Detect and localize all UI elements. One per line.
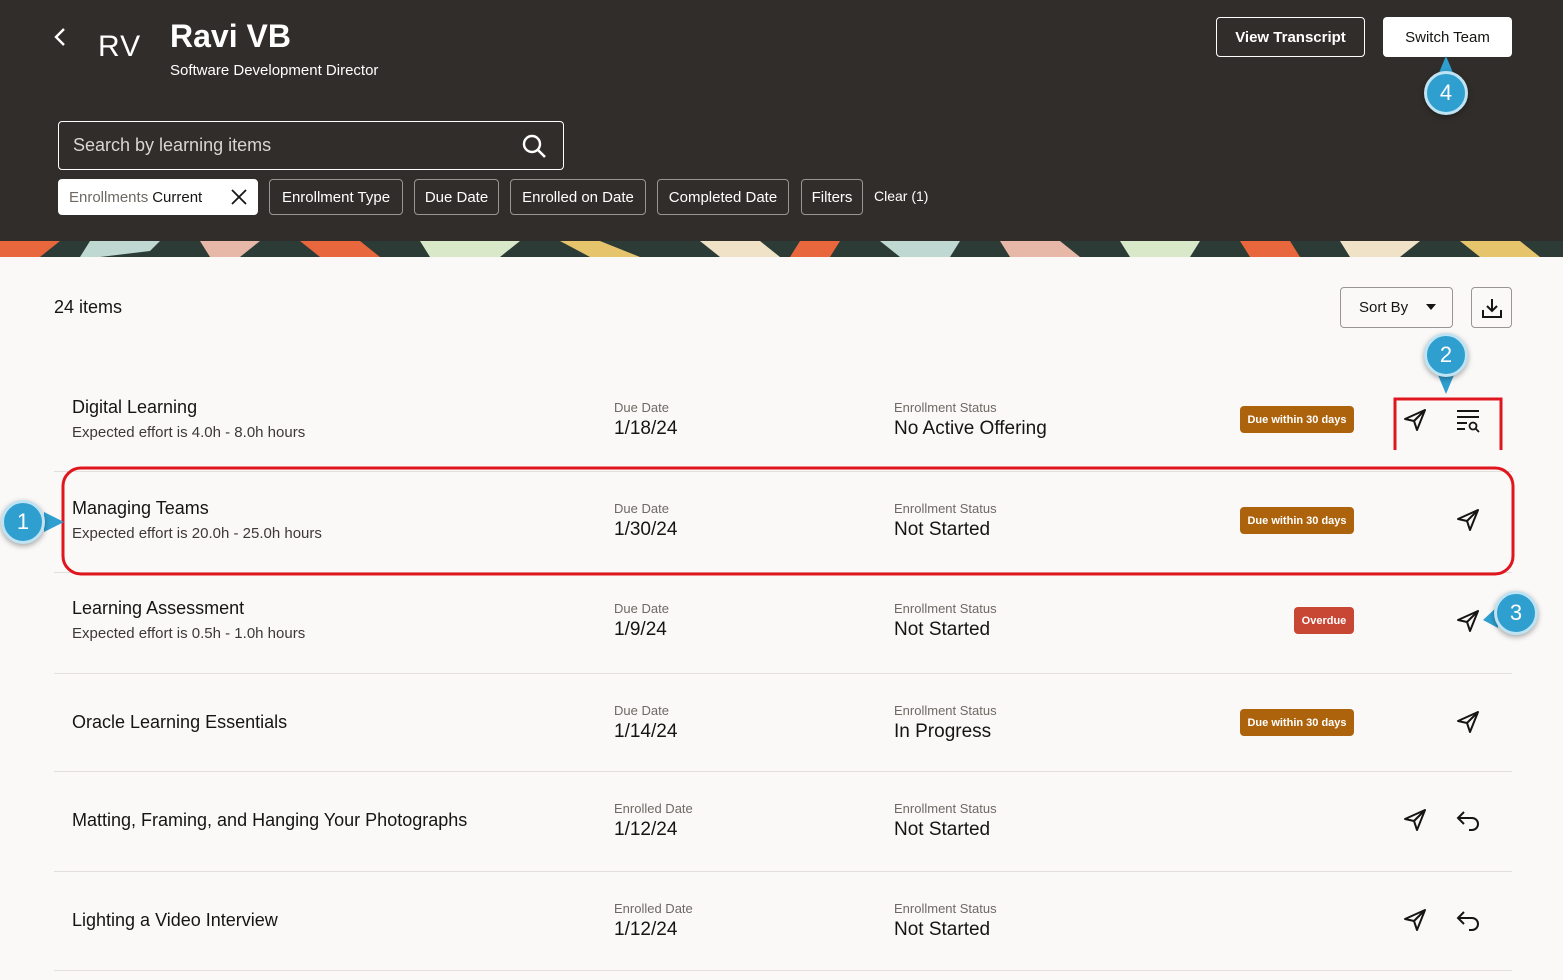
annotation-overlay — [44, 56, 1515, 628]
highlight-box-row — [61, 466, 1515, 576]
callout-pointer — [44, 512, 64, 532]
highlight-box-actions — [1393, 397, 1503, 450]
callout-1: 1 — [1, 500, 45, 544]
callout-4: 4 — [1424, 71, 1468, 115]
callout-2: 2 — [1424, 333, 1468, 377]
callout-pointer — [1438, 375, 1454, 394]
callout-3: 3 — [1494, 591, 1538, 635]
